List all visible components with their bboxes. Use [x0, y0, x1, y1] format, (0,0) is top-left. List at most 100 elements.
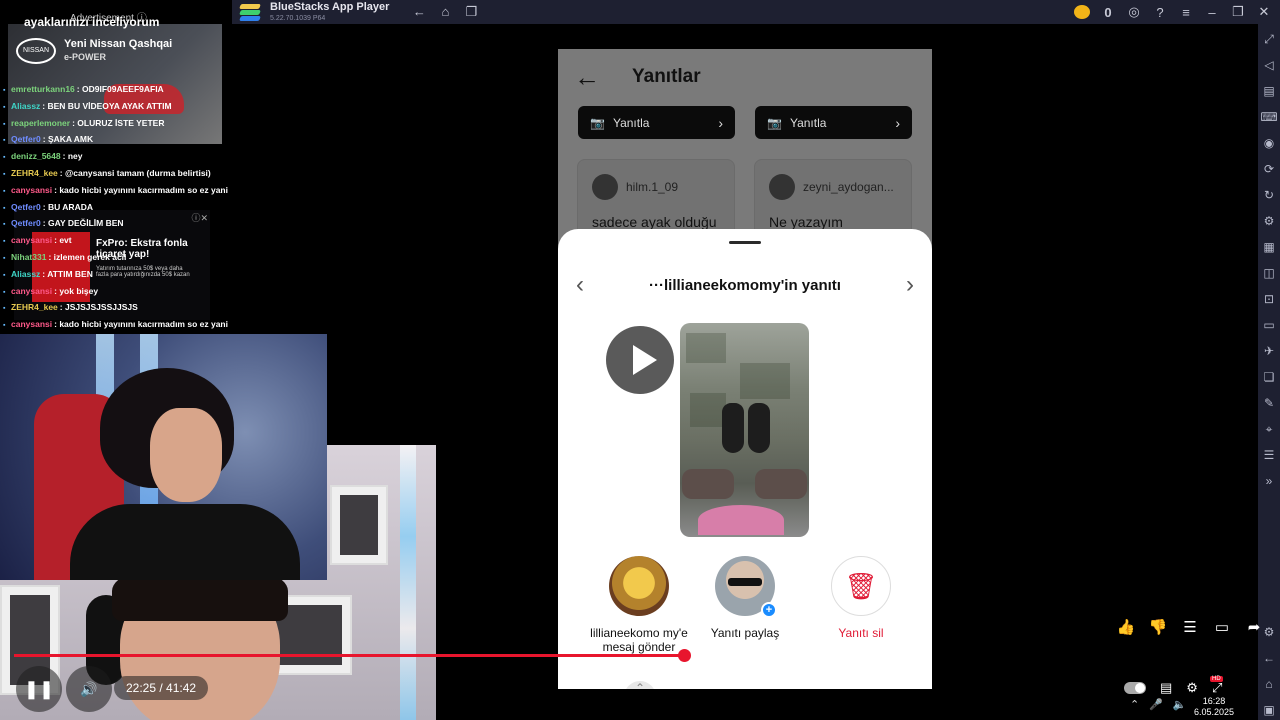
coin-icon[interactable] [1074, 5, 1090, 19]
video-progress-bar[interactable] [14, 649, 932, 662]
chevron-left-icon[interactable]: ‹ [576, 271, 584, 299]
chat-username[interactable]: Qetfer0 [11, 218, 41, 228]
multi-instance-icon[interactable]: ❐ [463, 4, 479, 20]
volume-icon[interactable]: ◁ [1264, 56, 1273, 75]
media-folder-icon[interactable]: ▭ [1263, 316, 1274, 335]
reply-photo[interactable] [680, 323, 809, 537]
location-icon[interactable]: ⌖ [1266, 420, 1273, 439]
back-arrow-icon[interactable]: ← [411, 4, 427, 20]
settings-icon[interactable]: ⚙ [1186, 680, 1198, 696]
reply-button[interactable]: 📷 Yanıtla › [755, 106, 912, 139]
chevron-up-icon[interactable]: ⌃ [1130, 698, 1139, 711]
chat-text: BEN BU VİDEOYA AYAK ATTIM [47, 100, 172, 111]
subtitles-icon[interactable]: ▤ [1160, 680, 1172, 696]
chat-text: kado hicbi yayınını kacırmadım so ez yan… [59, 319, 228, 330]
chat-username[interactable]: canysansi [11, 185, 52, 195]
chevron-up-icon[interactable]: ⌃ [624, 681, 656, 689]
layers-icon[interactable]: ☰ [1264, 446, 1275, 465]
chat-username[interactable]: canysansi [11, 319, 52, 329]
chat-username[interactable]: Nihat331 [11, 252, 46, 262]
erase-icon[interactable]: ✎ [1264, 394, 1274, 413]
android-back-icon[interactable]: ← [1263, 649, 1275, 668]
account-icon[interactable]: ◎ [1126, 4, 1142, 20]
share-icon[interactable]: ➦ [1244, 618, 1264, 636]
play-icon[interactable] [606, 326, 674, 394]
gamepad-icon[interactable]: ◉ [1264, 134, 1274, 153]
record-icon[interactable]: ⊡ [1264, 290, 1274, 309]
autoplay-toggle[interactable] [1124, 682, 1146, 694]
chat-username[interactable]: reaperlemoner [11, 118, 70, 128]
chat-username[interactable]: canysansi [11, 235, 52, 245]
badge-icon: ▪ [3, 120, 6, 128]
fps-icon[interactable]: ▦ [1263, 238, 1274, 257]
volume-button[interactable]: 🔊 [66, 666, 112, 712]
badge-icon: ▪ [3, 221, 6, 229]
badge-icon: ▪ [3, 254, 6, 262]
chat-username[interactable]: canysansi [11, 286, 52, 296]
camera-icon: 📷 [590, 115, 605, 130]
comment-icon[interactable]: ☰ [1180, 618, 1200, 636]
menu-icon[interactable]: ≡ [1178, 5, 1194, 20]
dislike-icon[interactable]: 👎 [1148, 618, 1168, 636]
microphone-icon[interactable]: 🎤 [1149, 698, 1163, 711]
keyboard-icon[interactable]: ⌨ [1260, 108, 1277, 127]
camera-icon: 📷 [767, 115, 782, 130]
back-arrow-icon[interactable]: ← [574, 62, 604, 93]
page-title: Yanıtlar [632, 66, 701, 87]
close-icon[interactable]: ✕ [1256, 4, 1272, 20]
chat-username[interactable]: Qetfer0 [11, 202, 41, 212]
chat-icon[interactable]: ▭ [1212, 618, 1232, 636]
chevron-right-icon[interactable]: › [906, 271, 914, 299]
macro-icon[interactable]: ⟳ [1264, 160, 1274, 179]
maximize-icon[interactable]: ❐ [1230, 4, 1246, 20]
chat-username[interactable]: emretturkann16 [11, 84, 75, 94]
sheet-drag-handle[interactable] [729, 241, 761, 244]
card-text: Ne yazayım [769, 214, 843, 230]
chat-username[interactable]: Aliassz [11, 101, 40, 111]
help-icon[interactable]: ? [1152, 5, 1168, 20]
home-icon[interactable]: ⌂ [437, 4, 453, 20]
chat-message: ▪ canysansi: kado hicbi yayınını kacırmad… [3, 319, 228, 330]
bluestacks-titlebar: BlueStacks App Player 5.22.70.1039 P64 ←… [232, 0, 1280, 24]
shake-icon[interactable]: ⚙ [1264, 212, 1275, 231]
badge-icon: ▪ [3, 103, 6, 111]
expand-icon[interactable]: » [1266, 472, 1273, 491]
install-apk-icon[interactable]: ▤ [1263, 82, 1274, 101]
android-recents-icon[interactable]: ▣ [1263, 701, 1274, 720]
like-icon[interactable]: 👍 [1116, 618, 1136, 636]
chat-message: ▪ canysansi: yok bişey [3, 285, 99, 296]
minimize-icon[interactable]: – [1204, 5, 1220, 20]
pause-button[interactable]: ❚❚ [16, 666, 62, 712]
screen: BlueStacks App Player 5.22.70.1039 P64 ←… [0, 0, 1280, 720]
bluestacks-sidebar: ⤢ ◁ ▤ ⌨ ◉ ⟳ ↻ ⚙ ▦ ◫ ⊡ ▭ ✈ ❏ ✎ ⌖ ☰ » ⚙ ← … [1258, 24, 1280, 720]
card-username: hilm.1_09 [626, 180, 679, 194]
plus-icon: + [761, 602, 777, 618]
reply-button-label: Yanıtla [612, 115, 650, 130]
screenshot-icon[interactable]: ◫ [1263, 264, 1274, 283]
chat-username[interactable]: denizz_5648 [11, 151, 61, 161]
chat-message: ▪ Qetfer0: GAY DEĞİLİM BEN [3, 218, 124, 229]
chat-username[interactable]: ZEHR4_kee [11, 302, 58, 312]
delete-reply-action[interactable]: 🗑 Yanıtı sil [806, 556, 916, 640]
chat-text: yok bişey [59, 285, 99, 296]
fullscreen-icon[interactable]: ⤢ [1212, 680, 1222, 696]
reply-button[interactable]: 📷 Yanıtla › [578, 106, 735, 139]
fullscreen-icon[interactable]: ⤢ [1264, 30, 1274, 49]
rotate-icon[interactable]: ↻ [1264, 186, 1274, 205]
send-message-action[interactable]: lillianeekomo my'e mesaj gönder [584, 556, 694, 654]
hd-badge: HD [1210, 676, 1223, 682]
chat-username[interactable]: Qetfer0 [11, 134, 41, 144]
bluestacks-version: 5.22.70.1039 P64 [270, 15, 326, 22]
badge-icon: ▪ [3, 305, 6, 313]
chat-username[interactable]: Aliassz [11, 269, 40, 279]
multi-instance-sync-icon[interactable]: ❏ [1264, 368, 1275, 387]
share-reply-action[interactable]: + Yanıtı paylaş [690, 556, 800, 640]
settings-icon[interactable]: ⚙ [1264, 623, 1275, 642]
eco-mode-icon[interactable]: ✈ [1264, 342, 1274, 361]
badge-icon: ▪ [3, 204, 6, 212]
chat-username[interactable]: ZEHR4_kee [11, 168, 58, 178]
taskbar-clock: 16:28 6.05.2025 [1194, 696, 1234, 718]
speaker-icon[interactable]: 🔈 [1173, 698, 1187, 711]
android-home-icon[interactable]: ⌂ [1265, 675, 1272, 694]
send-message-label: lillianeekomo my'e mesaj gönder [590, 626, 688, 654]
